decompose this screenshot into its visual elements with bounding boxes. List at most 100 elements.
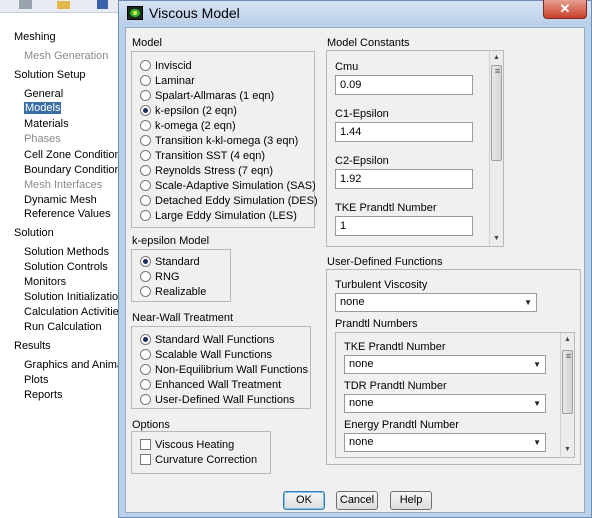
- tke-prandtl-number-select[interactable]: none ▼: [344, 355, 546, 374]
- scroll-down-arrow-icon[interactable]: ▼: [561, 443, 574, 457]
- near-wall-option-user-defined-wall-functions[interactable]: User-Defined Wall Functions: [140, 394, 295, 407]
- prandtl-scrollbar[interactable]: ▲ ▼: [560, 333, 574, 457]
- model-option-large-eddy-simulation-les[interactable]: Large Eddy Simulation (LES): [140, 210, 297, 223]
- radio-button[interactable]: [140, 210, 151, 221]
- radio-button[interactable]: [140, 90, 151, 101]
- model-option-k-epsilon-2-eqn[interactable]: k-epsilon (2 eqn): [140, 105, 237, 118]
- radio-button[interactable]: [140, 379, 151, 390]
- radio-label: Standard Wall Functions: [155, 334, 275, 346]
- nav-item-plots[interactable]: Plots: [24, 373, 48, 387]
- radio-button[interactable]: [140, 180, 151, 191]
- nav-item-label: Mesh Generation: [24, 50, 109, 62]
- close-button[interactable]: ✕: [543, 0, 587, 19]
- model-option-inviscid[interactable]: Inviscid: [140, 60, 192, 73]
- nav-item-general[interactable]: General: [24, 87, 63, 101]
- checkbox[interactable]: [140, 454, 151, 465]
- ke-model-group: Standard RNG Realizable: [131, 249, 231, 302]
- radio-button[interactable]: [140, 334, 151, 345]
- radio-button[interactable]: [140, 349, 151, 360]
- radio-button[interactable]: [140, 256, 151, 267]
- c1-epsilon-input[interactable]: 1.44: [335, 122, 473, 142]
- nav-item-mesh-generation[interactable]: Mesh Generation: [24, 49, 108, 63]
- radio-button[interactable]: [140, 105, 151, 116]
- nav-item-run-calculation[interactable]: Run Calculation: [24, 320, 102, 334]
- cancel-button[interactable]: Cancel: [336, 491, 378, 510]
- nav-item-label: Solution Initialization: [24, 291, 125, 303]
- energy-prandtl-number-select[interactable]: none ▼: [344, 433, 546, 452]
- near-wall-option-non-equilibrium-wall-functions[interactable]: Non-Equilibrium Wall Functions: [140, 364, 308, 377]
- model-option-scale-adaptive-simulation-sas[interactable]: Scale-Adaptive Simulation (SAS): [140, 180, 316, 193]
- near-wall-option-enhanced-wall-treatment[interactable]: Enhanced Wall Treatment: [140, 379, 281, 392]
- nav-item-dynamic-mesh[interactable]: Dynamic Mesh: [24, 193, 97, 207]
- scrollbar-thumb[interactable]: [562, 350, 573, 414]
- tke-prandtl-number-udf-label: TKE Prandtl Number: [344, 341, 446, 353]
- nav-item-reference-values[interactable]: Reference Values: [24, 207, 111, 221]
- radio-button[interactable]: [140, 150, 151, 161]
- nav-item-models[interactable]: Models: [24, 101, 62, 115]
- folder-icon[interactable]: [56, 0, 72, 10]
- constants-scrollbar[interactable]: ▲ ▼: [489, 51, 503, 246]
- radio-label: Detached Eddy Simulation (DES): [155, 195, 318, 207]
- nav-item-solution-setup[interactable]: Solution Setup: [14, 68, 86, 82]
- nav-item-mesh-interfaces[interactable]: Mesh Interfaces: [24, 178, 102, 192]
- radio-label: RNG: [155, 271, 180, 283]
- save-icon[interactable]: [96, 0, 112, 10]
- model-option-laminar[interactable]: Laminar: [140, 75, 195, 88]
- radio-button[interactable]: [140, 271, 151, 282]
- select-value: none: [349, 358, 374, 370]
- ke-model-option-standard[interactable]: Standard: [140, 256, 200, 269]
- radio-button[interactable]: [140, 364, 151, 375]
- ok-button[interactable]: OK: [283, 491, 325, 510]
- radio-button[interactable]: [140, 165, 151, 176]
- tke-prandtl-number-input[interactable]: 1: [335, 216, 473, 236]
- nav-item-solution-initialization[interactable]: Solution Initialization: [24, 290, 124, 304]
- model-option-transition-sst-4-eqn[interactable]: Transition SST (4 eqn): [140, 150, 265, 163]
- model-option-spalart-allmaras-1-eqn[interactable]: Spalart-Allmaras (1 eqn): [140, 90, 274, 103]
- radio-button[interactable]: [140, 394, 151, 405]
- checkbox[interactable]: [140, 439, 151, 450]
- nav-item-phases[interactable]: Phases: [24, 132, 61, 146]
- near-wall-option-standard-wall-functions[interactable]: Standard Wall Functions: [140, 334, 274, 347]
- nav-item-graphics-and-animations[interactable]: Graphics and Animations: [24, 358, 126, 372]
- nav-item-results[interactable]: Results: [14, 339, 51, 353]
- prandtl-numbers-label: Prandtl Numbers: [335, 318, 418, 330]
- radio-label: Non-Equilibrium Wall Functions: [155, 364, 309, 376]
- scrollbar-thumb[interactable]: [491, 65, 502, 161]
- nav-item-monitors[interactable]: Monitors: [24, 275, 66, 289]
- model-option-transition-k-kl-omega-3-eqn[interactable]: Transition k-kl-omega (3 eqn): [140, 135, 298, 148]
- nav-item-boundary-conditions[interactable]: Boundary Conditions: [24, 163, 126, 177]
- model-option-k-omega-2-eqn[interactable]: k-omega (2 eqn): [140, 120, 236, 133]
- model-option-reynolds-stress-7-eqn[interactable]: Reynolds Stress (7 eqn): [140, 165, 273, 178]
- ke-model-option-realizable[interactable]: Realizable: [140, 286, 206, 299]
- radio-button[interactable]: [140, 120, 151, 131]
- scroll-up-arrow-icon[interactable]: ▲: [490, 51, 503, 65]
- nav-item-calculation-activities[interactable]: Calculation Activities: [24, 305, 124, 319]
- ke-model-option-rng[interactable]: RNG: [140, 271, 179, 284]
- tdr-prandtl-number-select[interactable]: none ▼: [344, 394, 546, 413]
- turbulent-viscosity-select[interactable]: none ▼: [335, 293, 537, 312]
- nav-item-solution[interactable]: Solution: [14, 226, 54, 240]
- help-button[interactable]: Help: [390, 491, 432, 510]
- radio-button[interactable]: [140, 286, 151, 297]
- radio-button[interactable]: [140, 60, 151, 71]
- model-option-detached-eddy-simulation-des[interactable]: Detached Eddy Simulation (DES): [140, 195, 318, 208]
- option-viscous-heating[interactable]: Viscous Heating: [140, 439, 234, 452]
- nav-item-materials[interactable]: Materials: [24, 117, 69, 131]
- nav-item-solution-methods[interactable]: Solution Methods: [24, 245, 109, 259]
- near-wall-option-scalable-wall-functions[interactable]: Scalable Wall Functions: [140, 349, 272, 362]
- scroll-up-arrow-icon[interactable]: ▲: [561, 333, 574, 347]
- radio-button[interactable]: [140, 195, 151, 206]
- c2-epsilon-input[interactable]: 1.92: [335, 169, 473, 189]
- option-curvature-correction[interactable]: Curvature Correction: [140, 454, 257, 467]
- scroll-down-arrow-icon[interactable]: ▼: [490, 232, 503, 246]
- nav-item-solution-controls[interactable]: Solution Controls: [24, 260, 108, 274]
- cmu-input[interactable]: 0.09: [335, 75, 473, 95]
- toolbar-icon[interactable]: [18, 0, 34, 10]
- radio-button[interactable]: [140, 75, 151, 86]
- nav-item-reports[interactable]: Reports: [24, 388, 63, 402]
- nav-item-cell-zone-conditions[interactable]: Cell Zone Conditions: [24, 148, 126, 162]
- radio-button[interactable]: [140, 135, 151, 146]
- options-group-label: Options: [132, 419, 170, 431]
- dialog-titlebar[interactable]: Viscous Model ✕: [119, 0, 591, 25]
- nav-item-meshing[interactable]: Meshing: [14, 30, 56, 44]
